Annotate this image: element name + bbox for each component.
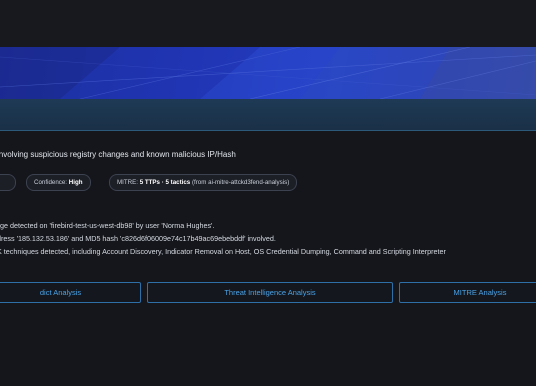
- severity-chip: [0, 174, 16, 191]
- confidence-chip: Confidence: High: [26, 174, 91, 191]
- threat-intelligence-analysis-button[interactable]: Threat Intelligence Analysis: [147, 282, 393, 303]
- alert-summary: involving suspicious registry changes an…: [0, 150, 236, 159]
- detail-line: dress '185.132.53.186' and MD5 hash 'c82…: [0, 234, 276, 243]
- mitre-source: (from ai-mitre-attckd3fend-analysis): [190, 179, 290, 186]
- detail-line: K techniques detected, including Account…: [0, 247, 446, 256]
- mitre-chip: MITRE: 5 TTPs · 5 tactics (from ai-mitre…: [109, 174, 298, 191]
- banner-image: [0, 47, 536, 99]
- mitre-label: MITRE:: [117, 179, 140, 186]
- alert-header-bar: [0, 99, 536, 131]
- verdict-analysis-button[interactable]: dict Analysis: [0, 282, 141, 303]
- mitre-analysis-button[interactable]: MITRE Analysis: [399, 282, 536, 303]
- confidence-value: High: [68, 179, 83, 186]
- top-strip: [0, 0, 536, 47]
- confidence-label: Confidence:: [34, 179, 69, 186]
- detail-line: nge detected on 'firebird-test-us-west-d…: [0, 221, 215, 230]
- banner-pattern: [0, 47, 536, 99]
- mitre-value: 5 TTPs · 5 tactics: [139, 179, 191, 186]
